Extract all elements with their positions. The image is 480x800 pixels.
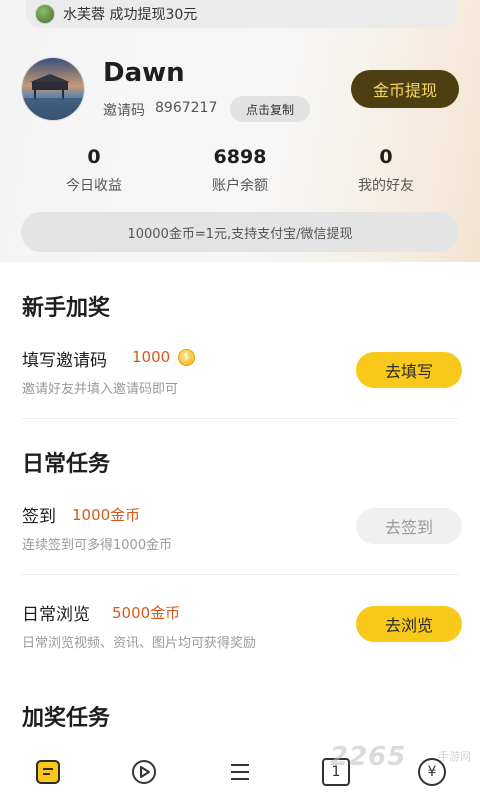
stat-account-balance: 6898 账户余额 xyxy=(170,146,310,195)
section-title-daily: 日常任务 xyxy=(22,452,111,477)
task-reward-invite: 1000 xyxy=(132,348,171,366)
task-title-browse: 日常浏览 xyxy=(22,605,90,625)
task-desc-invite: 邀请好友并填入邀请码即可 xyxy=(22,382,179,397)
stat-my-friends: 0 我的好友 xyxy=(316,146,456,195)
stat-value: 0 xyxy=(87,146,101,168)
avatar[interactable] xyxy=(21,57,85,121)
invite-code-label: 邀请码 xyxy=(103,103,145,119)
invite-code-value: 8967217 xyxy=(155,100,218,116)
copy-invite-code-button[interactable]: 点击复制 xyxy=(230,96,310,122)
header-panel: 水芙蓉 成功提现30元 Dawn 邀请码 8967217 点击复制 金币提现 0 xyxy=(0,0,480,262)
task-reward-browse: 5000金币 xyxy=(112,604,181,622)
task-title-invite: 填写邀请码 xyxy=(22,351,107,371)
avatar-image xyxy=(22,58,84,120)
stat-label: 今日收益 xyxy=(66,178,122,194)
task-desc-signin: 连续签到可多得1000金币 xyxy=(22,538,173,553)
browse-button[interactable]: 去浏览 xyxy=(356,606,462,642)
notice-avatar xyxy=(35,4,55,24)
stat-value: 6898 xyxy=(213,146,267,168)
stat-label: 账户余额 xyxy=(212,178,268,194)
section-title-bonus: 加奖任务 xyxy=(22,706,111,731)
divider xyxy=(22,574,458,575)
coin-icon: $ xyxy=(178,349,195,366)
sign-in-button[interactable]: 去签到 xyxy=(356,508,462,544)
divider xyxy=(22,418,458,419)
withdraw-notice-bar: 水芙蓉 成功提现30元 xyxy=(26,0,458,28)
exchange-rate-info: 10000金币=1元,支持支付宝/微信提现 xyxy=(21,212,459,252)
section-title-newbie: 新手加奖 xyxy=(22,296,111,321)
menu-icon[interactable] xyxy=(226,758,254,786)
bottom-nav: 1 ¥ xyxy=(0,744,480,800)
task-icon[interactable] xyxy=(34,758,62,786)
stat-today-earnings: 0 今日收益 xyxy=(24,146,164,195)
stat-label: 我的好友 xyxy=(358,178,414,194)
task-reward-signin: 1000金币 xyxy=(72,506,141,524)
task-desc-browse: 日常浏览视频、资讯、图片均可获得奖励 xyxy=(22,636,257,651)
notice-text: 水芙蓉 成功提现30元 xyxy=(63,7,198,23)
watermark-sub: 手游网 xyxy=(438,750,471,763)
task-title-signin: 签到 xyxy=(22,507,56,527)
fill-invite-code-button[interactable]: 去填写 xyxy=(356,352,462,388)
username: Dawn xyxy=(103,58,185,88)
stat-value: 0 xyxy=(379,146,393,168)
coin-withdraw-button[interactable]: 金币提现 xyxy=(351,70,459,108)
watermark: 2265 xyxy=(330,742,407,772)
play-icon[interactable] xyxy=(130,758,158,786)
